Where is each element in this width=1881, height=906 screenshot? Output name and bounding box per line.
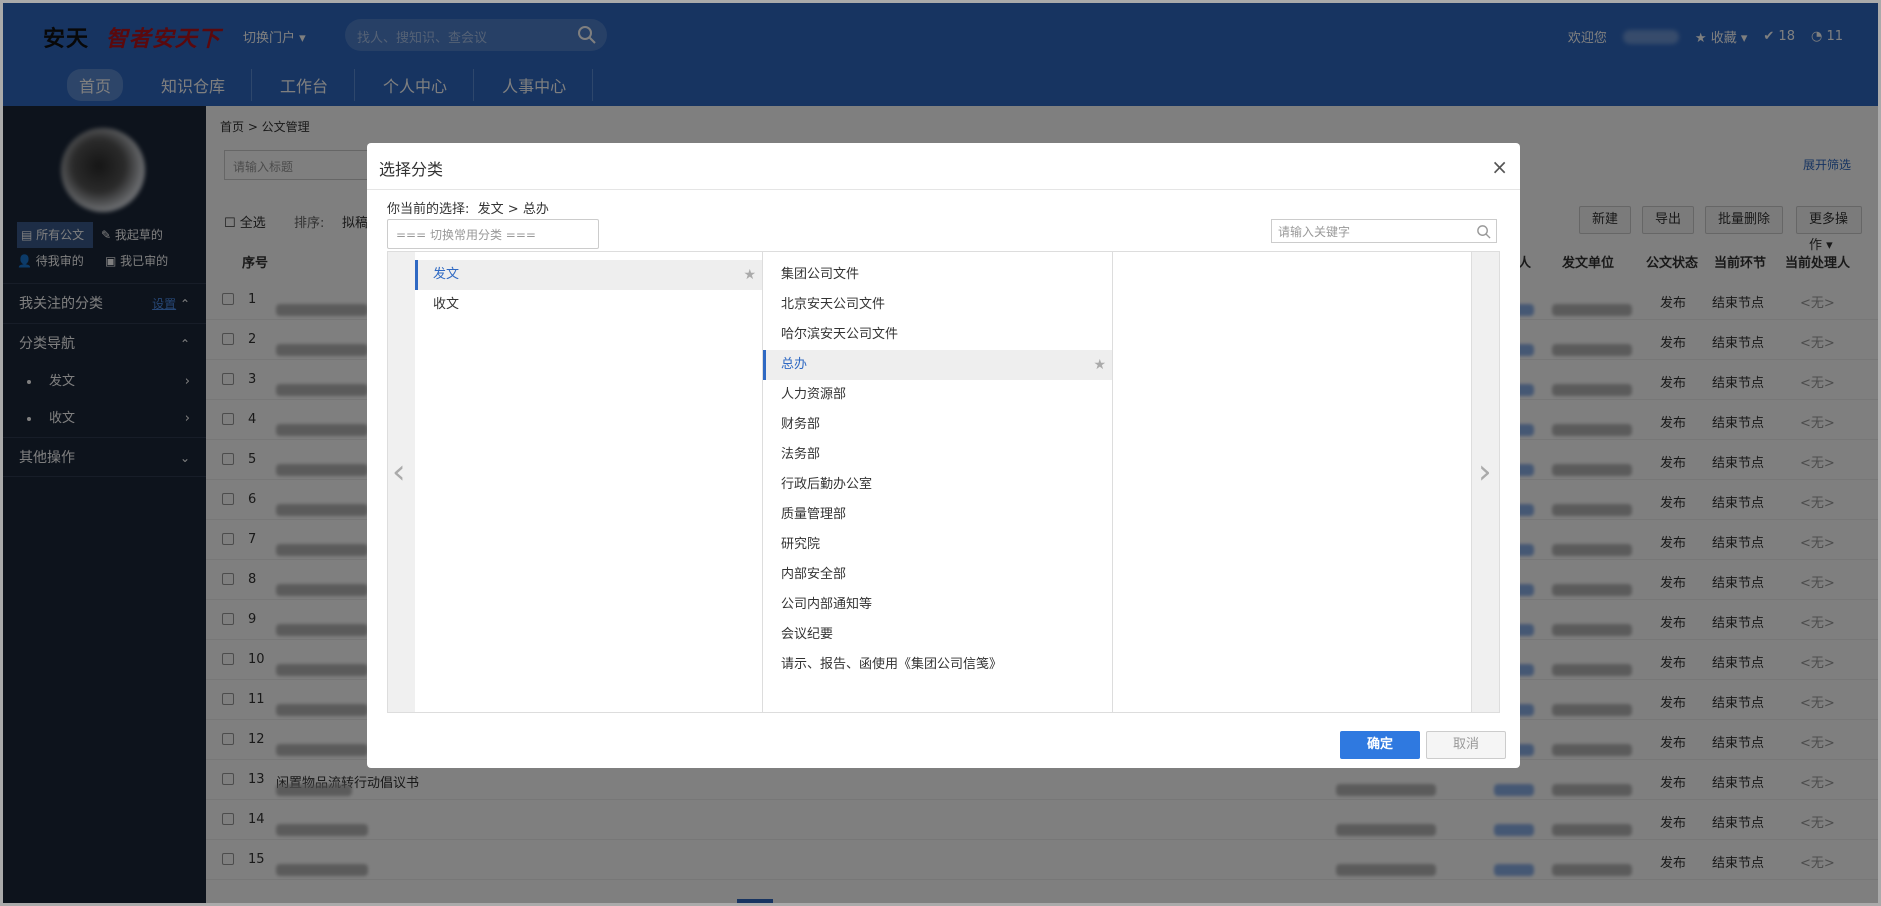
keyword-placeholder: 请输入关键字 — [1278, 225, 1351, 239]
category-item-label: 北京安天公司文件 — [781, 297, 886, 312]
category-item-label: 哈尔滨安天公司文件 — [781, 327, 899, 342]
category-item-label: 集团公司文件 — [781, 267, 860, 282]
close-icon[interactable]: × — [1491, 155, 1508, 179]
prev-arrow-icon[interactable]: ‹ — [392, 452, 406, 492]
category-column-2: 集团公司文件北京安天公司文件 哈尔滨安天公司文件 总办 ★ 人力资源部财务部法务部行政后… — [763, 252, 1113, 712]
category-item[interactable]: 发文 ★ — [415, 260, 762, 290]
category-item[interactable]: 北京安天公司文件 — [763, 290, 1112, 320]
category-item[interactable]: 质量管理部 — [763, 500, 1112, 530]
category-item-label: 总办 — [781, 357, 808, 372]
category-item[interactable]: 法务部 — [763, 440, 1112, 470]
category-panel: ‹ 发文 ★ 收文 集团公司文件北京安天公司文件 哈尔滨安天公司文件 总办 ★ 人力资源部财… — [387, 251, 1500, 713]
select-category-dialog: 选择分类 × 你当前的选择: 发文 > 总办 === 切换常用分类 === 请输… — [367, 143, 1520, 768]
category-item-label: 研究院 — [781, 537, 821, 552]
category-item-label: 行政后勤办公室 — [781, 477, 873, 492]
category-item-label: 人力资源部 — [781, 387, 847, 402]
dialog-title: 选择分类 — [367, 143, 1520, 190]
category-item-label: 会议纪要 — [781, 627, 834, 642]
search-icon[interactable] — [1476, 224, 1491, 239]
category-item[interactable]: 研究院 — [763, 530, 1112, 560]
category-item-label: 法务部 — [781, 447, 821, 462]
category-item-label: 内部安全部 — [781, 567, 847, 582]
category-item-label: 收文 — [433, 297, 460, 312]
category-item-label: 公司内部通知等 — [781, 597, 873, 612]
current-selection: 你当前的选择: 发文 > 总办 — [387, 198, 549, 217]
keyword-search-input[interactable]: 请输入关键字 — [1271, 219, 1497, 243]
category-column-1: 发文 ★ 收文 — [415, 252, 763, 712]
category-item-label: 请示、报告、函使用《集团公司信笺》 — [781, 657, 1003, 672]
category-item[interactable]: 公司内部通知等 — [763, 590, 1112, 620]
category-item[interactable]: 请示、报告、函使用《集团公司信笺》 — [763, 650, 1112, 680]
switch-common-category-select[interactable]: === 切换常用分类 === — [387, 219, 599, 249]
category-item[interactable]: 内部安全部 — [763, 560, 1112, 590]
star-icon[interactable]: ★ — [743, 260, 756, 290]
category-item-label: 发文 — [433, 267, 460, 282]
category-item[interactable]: 总办 ★ — [763, 350, 1112, 380]
next-arrow-icon[interactable]: › — [1478, 452, 1492, 492]
category-item[interactable]: 行政后勤办公室 — [763, 470, 1112, 500]
current-selection-value: 发文 > 总办 — [477, 202, 549, 217]
category-item[interactable]: 会议纪要 — [763, 620, 1112, 650]
confirm-button[interactable]: 确定 — [1340, 731, 1420, 759]
cancel-button[interactable]: 取消 — [1426, 731, 1506, 759]
current-selection-label: 你当前的选择: — [387, 202, 470, 217]
category-item[interactable]: 人力资源部 — [763, 380, 1112, 410]
app-window: 安天 智者安天下 切换门户 ▾ 找人、搜知识、查会议 欢迎您 ★ 收藏 ▾ ✔ … — [0, 0, 1881, 906]
category-item[interactable]: 收文 — [415, 290, 762, 320]
category-column-3 — [1113, 252, 1472, 712]
category-item-label: 质量管理部 — [781, 507, 847, 522]
category-item-label: 财务部 — [781, 417, 821, 432]
star-icon[interactable]: ★ — [1093, 350, 1106, 380]
category-item[interactable]: 财务部 — [763, 410, 1112, 440]
category-item[interactable]: 集团公司文件 — [763, 260, 1112, 290]
category-item[interactable]: 哈尔滨安天公司文件 — [763, 320, 1112, 350]
